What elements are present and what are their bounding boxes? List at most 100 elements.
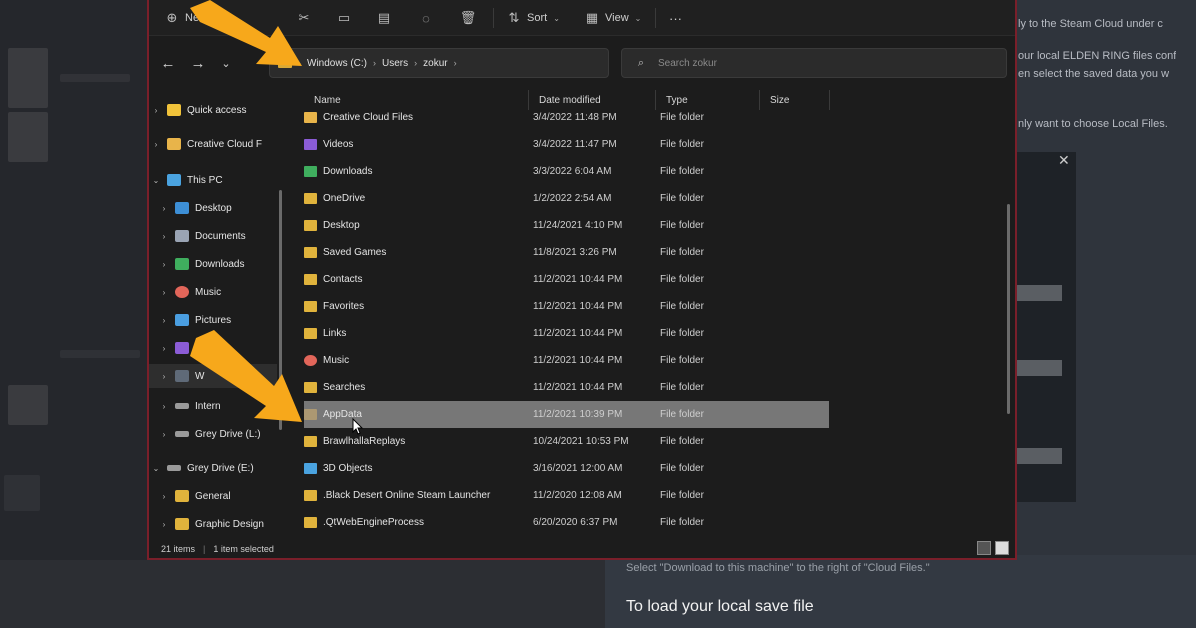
chevron-right-icon: › <box>162 343 166 353</box>
chevron-right-icon: › <box>162 203 166 213</box>
sidebar-item-label: Documents <box>195 230 246 242</box>
cloud-folder-icon <box>304 112 317 123</box>
folder-icon <box>304 301 317 312</box>
file-date: 11/2/2021 10:44 PM <box>533 328 623 339</box>
trash-icon: 🗑 <box>459 10 477 25</box>
background-thumbnail <box>8 112 48 162</box>
chevron-right-icon: › <box>154 139 158 149</box>
file-name: Favorites <box>323 301 365 312</box>
file-date: 6/20/2020 6:37 PM <box>533 517 618 528</box>
breadcrumb-drive[interactable]: Windows (C:) <box>307 58 367 69</box>
share-icon: ◌ <box>422 10 430 26</box>
delete-button[interactable]: 🗑 <box>459 8 477 28</box>
paste-button[interactable]: ▭ <box>335 8 353 28</box>
file-row[interactable]: Videos 3/4/2022 11:47 PM File folder <box>304 131 829 158</box>
file-name: Links <box>323 328 347 339</box>
sidebar-item-desktop[interactable]: › Desktop <box>149 196 277 220</box>
toolbar-divider <box>655 8 656 28</box>
background-text-block <box>60 74 130 82</box>
share-button[interactable]: ◌ <box>417 8 435 28</box>
drive-icon <box>175 370 189 382</box>
chevron-down-icon: ⌄ <box>152 175 160 185</box>
steam-text-line: en select the saved data you w <box>1018 68 1170 80</box>
dialog-button[interactable] <box>1016 448 1062 464</box>
folder-icon <box>304 274 317 285</box>
dialog-close-icon[interactable]: ✕ <box>1058 152 1070 169</box>
background-thumbnail <box>8 48 48 108</box>
file-row[interactable]: 3D Objects 3/16/2021 12:00 AM File folde… <box>304 455 829 482</box>
view-button[interactable]: ▦ View ⌄ <box>583 8 642 28</box>
file-name: Music <box>323 355 350 366</box>
sidebar-item-grey-drive-l[interactable]: › Grey Drive (L:) <box>149 422 277 446</box>
sidebar-item-label: General <box>195 490 231 502</box>
file-row[interactable]: Favorites 11/2/2021 10:44 PM File folder <box>304 293 829 320</box>
view-label: View <box>605 12 629 24</box>
file-row[interactable]: Creative Cloud Files 3/4/2022 11:48 PM F… <box>304 104 829 131</box>
background-x-icon <box>4 475 40 511</box>
file-row[interactable]: .Black Desert Online Steam Launcher 11/2… <box>304 482 829 509</box>
drive-icon <box>175 431 189 437</box>
music-icon <box>175 286 189 298</box>
address-bar[interactable]: › Windows (C:) › Users › zokur › ⌄ ↻ <box>269 48 721 78</box>
file-type: File folder <box>660 247 704 258</box>
file-row[interactable]: .QtWebEngineProcess 6/20/2020 6:37 PM Fi… <box>304 509 829 536</box>
file-row[interactable]: Saved Games 11/8/2021 3:26 PM File folde… <box>304 239 829 266</box>
sidebar-item-pictures[interactable]: › Pictures <box>149 308 277 332</box>
download-icon <box>175 258 189 270</box>
file-row[interactable]: Music 11/2/2021 10:44 PM File folder <box>304 347 829 374</box>
search-box[interactable]: ⌕ Search zokur <box>621 48 1007 78</box>
steam-text-line: our local ELDEN RING files conf <box>1018 50 1177 62</box>
chevron-right-icon: › <box>162 371 166 381</box>
sidebar-item-label: Music <box>195 286 222 298</box>
file-list: Creative Cloud Files 3/4/2022 11:48 PM F… <box>304 104 984 536</box>
file-row-selected[interactable]: AppData 11/2/2021 10:39 PM File folder <box>304 401 829 428</box>
folder-icon <box>175 518 189 530</box>
background-bottom-panel <box>0 560 605 628</box>
sidebar-item-creative-cloud[interactable]: › Creative Cloud F <box>149 132 277 156</box>
tiles-view-icon[interactable] <box>995 541 1009 555</box>
details-view-icon[interactable] <box>977 541 991 555</box>
file-row[interactable]: Desktop 11/24/2021 4:10 PM File folder <box>304 212 829 239</box>
breadcrumb-user[interactable]: zokur <box>423 58 447 69</box>
dialog-button[interactable] <box>1016 360 1062 376</box>
file-type: File folder <box>660 436 704 447</box>
breadcrumb-users[interactable]: Users <box>382 58 408 69</box>
folder-icon <box>304 247 317 258</box>
back-arrow-icon[interactable]: ← <box>157 52 179 74</box>
file-date: 11/2/2021 10:44 PM <box>533 382 623 393</box>
cloud-folder-icon <box>167 138 181 150</box>
file-list-scrollbar[interactable] <box>1007 204 1010 414</box>
sidebar-item-graphic-design[interactable]: › Graphic Design <box>149 512 277 536</box>
file-row[interactable]: Links 11/2/2021 10:44 PM File folder <box>304 320 829 347</box>
file-date: 1/2/2022 2:54 AM <box>533 193 612 204</box>
file-row[interactable]: Contacts 11/2/2021 10:44 PM File folder <box>304 266 829 293</box>
sidebar-item-this-pc[interactable]: ⌄ This PC <box>149 168 277 192</box>
file-name: Creative Cloud Files <box>323 112 414 123</box>
file-type: File folder <box>660 301 704 312</box>
chevron-right-icon: › <box>162 231 166 241</box>
sidebar-item-downloads[interactable]: › Downloads <box>149 252 277 276</box>
sidebar-item-quick-access[interactable]: › Quick access <box>149 98 277 122</box>
sidebar-item-general[interactable]: › General <box>149 484 277 508</box>
computer-icon <box>167 174 181 186</box>
file-row[interactable]: OneDrive 1/2/2022 2:54 AM File folder <box>304 185 829 212</box>
file-type: File folder <box>660 220 704 231</box>
file-type: File folder <box>660 463 704 474</box>
file-row[interactable]: Searches 11/2/2021 10:44 PM File folder <box>304 374 829 401</box>
dialog-button[interactable] <box>1016 285 1062 301</box>
sidebar-item-documents[interactable]: › Documents <box>149 224 277 248</box>
sort-button[interactable]: ⇅ Sort ⌄ <box>505 8 560 28</box>
sidebar-item-music[interactable]: › Music <box>149 280 277 304</box>
file-row[interactable]: BrawlhallaReplays 10/24/2021 10:53 PM Fi… <box>304 428 829 455</box>
more-button[interactable]: ··· <box>669 8 682 28</box>
file-date: 3/16/2021 12:00 AM <box>533 463 623 474</box>
sidebar-item-grey-drive-e[interactable]: ⌄ Grey Drive (E:) <box>149 456 277 480</box>
file-type: File folder <box>660 139 704 150</box>
chevron-right-icon: › <box>373 58 377 68</box>
chevron-right-icon: › <box>162 491 166 501</box>
sidebar-item-label: Downloads <box>195 258 245 270</box>
rename-button[interactable]: ▤ <box>375 8 393 28</box>
file-name: OneDrive <box>323 193 366 204</box>
video-folder-icon <box>304 139 317 150</box>
file-row[interactable]: Downloads 3/3/2022 6:04 AM File folder <box>304 158 829 185</box>
